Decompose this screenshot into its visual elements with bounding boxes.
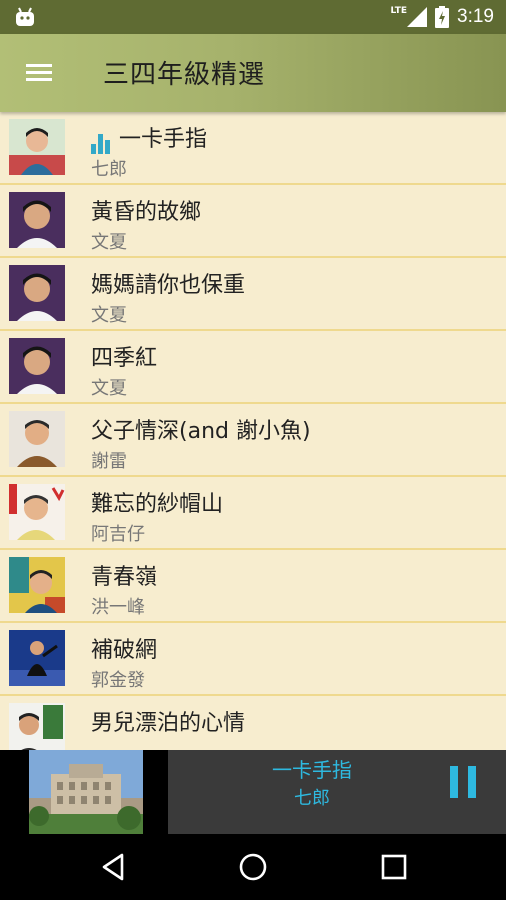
- back-icon[interactable]: [98, 851, 130, 883]
- song-artist: 謝雷: [91, 451, 127, 472]
- battery-icon: [435, 6, 450, 28]
- album-thumbnail: [9, 630, 65, 686]
- song-row[interactable]: 難忘的紗帽山 阿吉仔: [0, 477, 506, 550]
- song-artist: 阿吉仔: [91, 524, 145, 545]
- album-thumbnail: [9, 557, 65, 613]
- song-artist: 文夏: [91, 232, 127, 253]
- song-row[interactable]: 青春嶺 洪一峰: [0, 550, 506, 623]
- hamburger-menu-icon[interactable]: [24, 60, 54, 86]
- song-artist: 文夏: [91, 378, 127, 399]
- song-row[interactable]: 補破網 郭金發: [0, 623, 506, 696]
- pause-button[interactable]: [450, 766, 480, 798]
- song-row[interactable]: 媽媽請你也保重 文夏: [0, 258, 506, 331]
- signal-icon: [407, 7, 428, 27]
- now-playing-bar[interactable]: 一卡手指 七郎: [0, 750, 506, 834]
- app-bar: 三四年級精選: [0, 34, 506, 112]
- song-title-text: 一卡手指: [119, 127, 208, 152]
- song-artist: 洪一峰: [91, 597, 145, 618]
- song-title: 黃昏的故鄉: [91, 200, 202, 225]
- song-row[interactable]: 男兒漂泊的心情: [0, 696, 506, 750]
- recents-icon[interactable]: [378, 851, 410, 883]
- song-title: 男兒漂泊的心情: [91, 711, 246, 736]
- album-thumbnail: [9, 484, 65, 540]
- clock: 3:19: [457, 6, 494, 27]
- album-thumbnail: [9, 338, 65, 394]
- song-title: 一卡手指: [91, 121, 208, 154]
- album-thumbnail: [9, 411, 65, 467]
- song-title: 補破網: [91, 638, 158, 663]
- song-artist: 七郎: [91, 159, 127, 180]
- album-thumbnail: [9, 265, 65, 321]
- status-bar: LTE 3:19: [0, 0, 506, 34]
- status-indicators: LTE 3:19: [390, 0, 494, 34]
- song-title: 四季紅: [91, 346, 158, 371]
- android-icon: [16, 7, 34, 26]
- song-row[interactable]: 一卡手指 七郎: [0, 112, 506, 185]
- song-title: 難忘的紗帽山: [91, 492, 224, 517]
- home-icon[interactable]: [237, 851, 269, 883]
- system-nav-bar: [0, 834, 506, 900]
- page-title: 三四年級精選: [103, 60, 266, 90]
- song-title: 媽媽請你也保重: [91, 273, 246, 298]
- song-row[interactable]: 父子情深(and 謝小魚) 謝雷: [0, 404, 506, 477]
- now-playing-title: 一卡手指: [272, 758, 352, 782]
- album-thumbnail: [9, 703, 65, 750]
- now-playing-artist: 七郎: [294, 788, 330, 809]
- album-thumbnail: [9, 119, 65, 175]
- now-playing-equalizer-icon: [91, 129, 115, 154]
- song-title: 父子情深(and 謝小魚): [91, 419, 311, 444]
- song-row[interactable]: 四季紅 文夏: [0, 331, 506, 404]
- song-row[interactable]: 黃昏的故鄉 文夏: [0, 185, 506, 258]
- song-artist: 郭金發: [91, 670, 145, 691]
- song-artist: 文夏: [91, 305, 127, 326]
- song-list[interactable]: 一卡手指 七郎 黃昏的故鄉 文夏 媽媽請你也保重 文夏 四季紅 文夏 父子情深(…: [0, 112, 506, 750]
- now-playing-info[interactable]: 一卡手指 七郎: [168, 750, 506, 834]
- album-thumbnail: [9, 192, 65, 248]
- network-type: LTE: [390, 6, 408, 16]
- pause-icon: [450, 766, 458, 798]
- song-title: 青春嶺: [91, 565, 158, 590]
- now-playing-album-art[interactable]: [29, 750, 143, 834]
